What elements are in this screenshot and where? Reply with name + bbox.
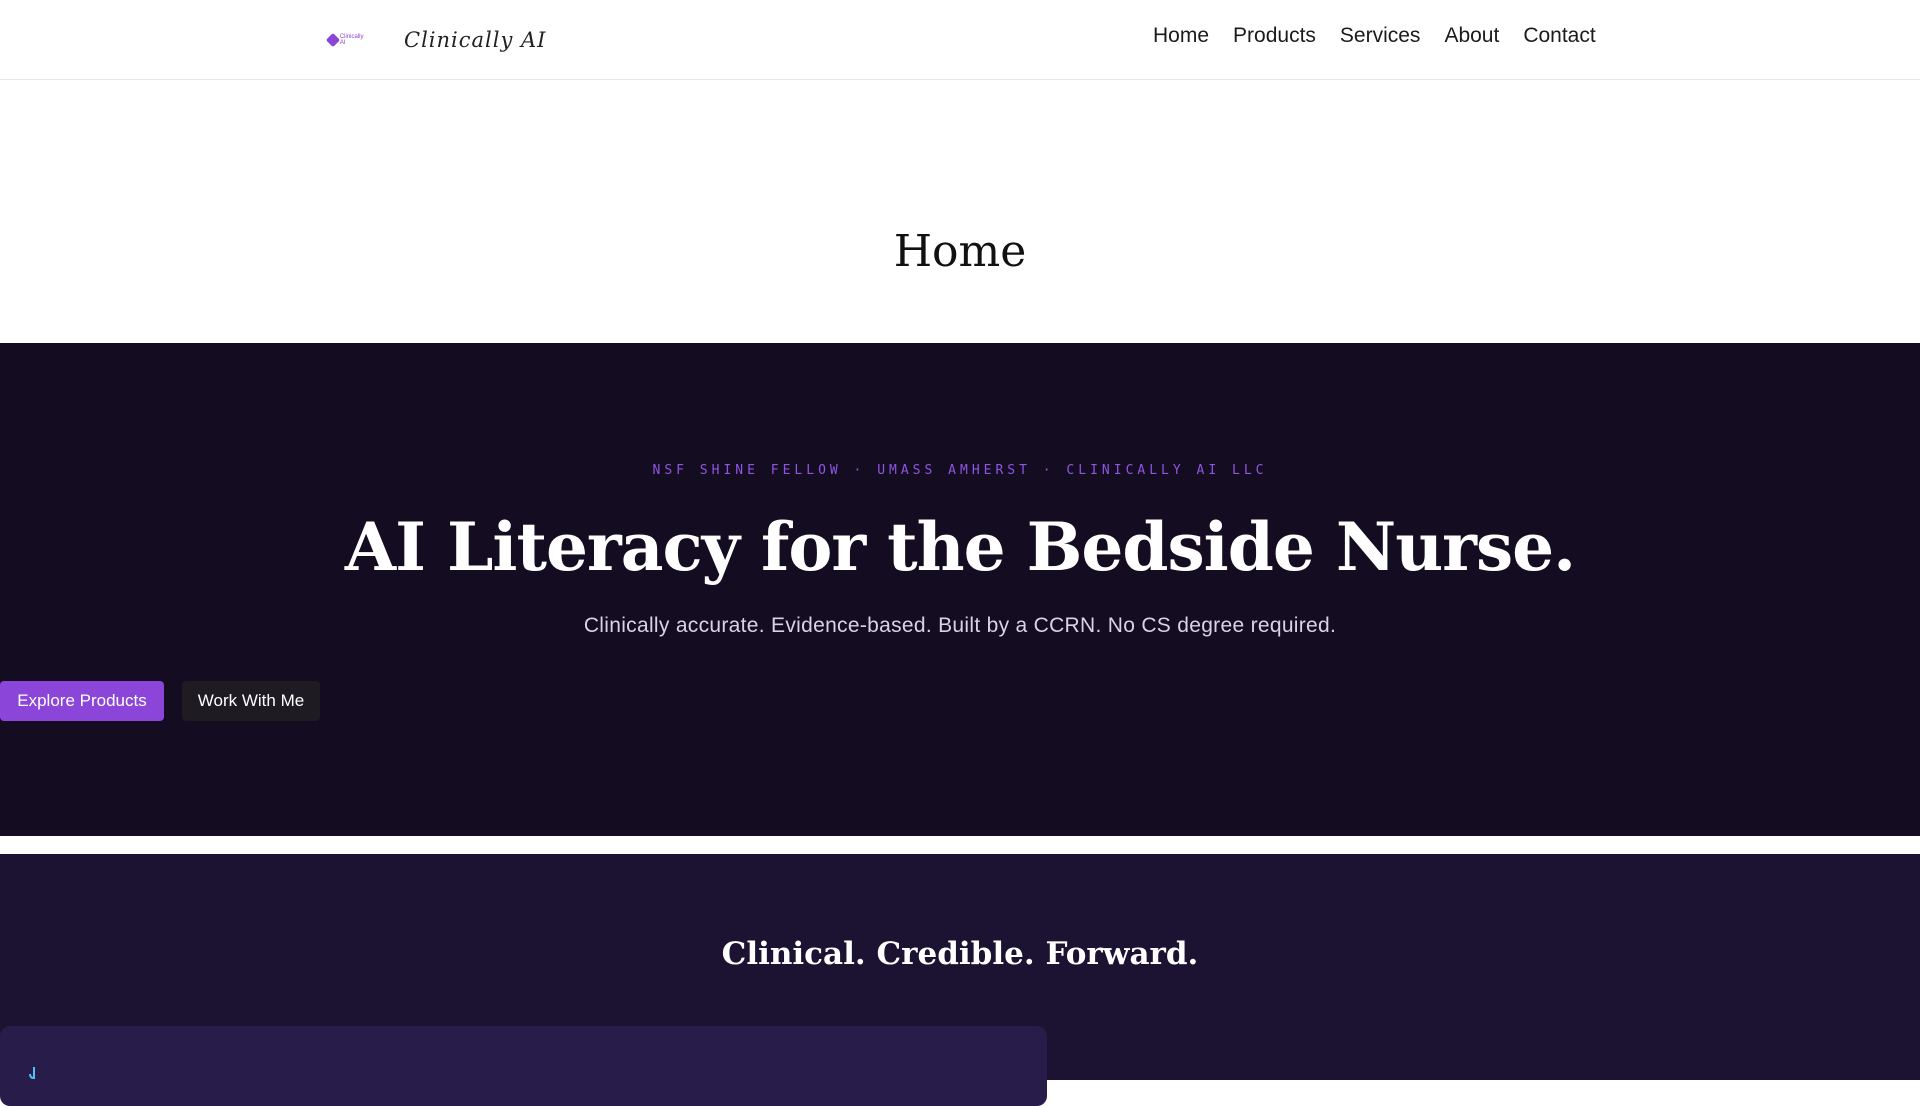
card-icon bbox=[29, 1067, 35, 1079]
nav-contact[interactable]: Contact bbox=[1523, 24, 1595, 48]
hero-eyebrow: NSF SHINE FELLOW · UMASS AMHERST · CLINI… bbox=[652, 463, 1268, 478]
hero-subtitle: Clinically accurate. Evidence-based. Bui… bbox=[583, 614, 1337, 637]
logo-mark-icon[interactable]: Clinically AI bbox=[325, 30, 370, 50]
brand-name[interactable]: Clinically AI bbox=[404, 28, 546, 52]
values-section: Clinical. Credible. Forward. bbox=[0, 854, 1920, 1106]
nav-home[interactable]: Home bbox=[1153, 24, 1209, 48]
section-divider bbox=[0, 836, 1920, 854]
nav-products[interactable]: Products bbox=[1233, 24, 1316, 48]
hero-section: NSF SHINE FELLOW · UMASS AMHERST · CLINI… bbox=[0, 343, 1920, 836]
site-header: Clinically AI Clinically AI Home Product… bbox=[0, 0, 1920, 80]
hero-title: AI Literacy for the Bedside Nurse. bbox=[344, 508, 1576, 586]
nav-services[interactable]: Services bbox=[1340, 24, 1421, 48]
nav-about[interactable]: About bbox=[1444, 24, 1499, 48]
logo-text: Clinically AI bbox=[339, 34, 364, 46]
values-title: Clinical. Credible. Forward. bbox=[721, 936, 1199, 972]
page-title: Home bbox=[893, 226, 1027, 277]
brand[interactable]: Clinically AI Clinically AI bbox=[325, 18, 546, 62]
logo-diamond bbox=[325, 32, 340, 48]
work-with-me-button[interactable]: Work With Me bbox=[182, 681, 320, 721]
explore-products-button[interactable]: Explore Products bbox=[0, 681, 164, 721]
feature-card bbox=[0, 1026, 1047, 1106]
main-nav: Home Products Services About Contact bbox=[1153, 24, 1596, 48]
